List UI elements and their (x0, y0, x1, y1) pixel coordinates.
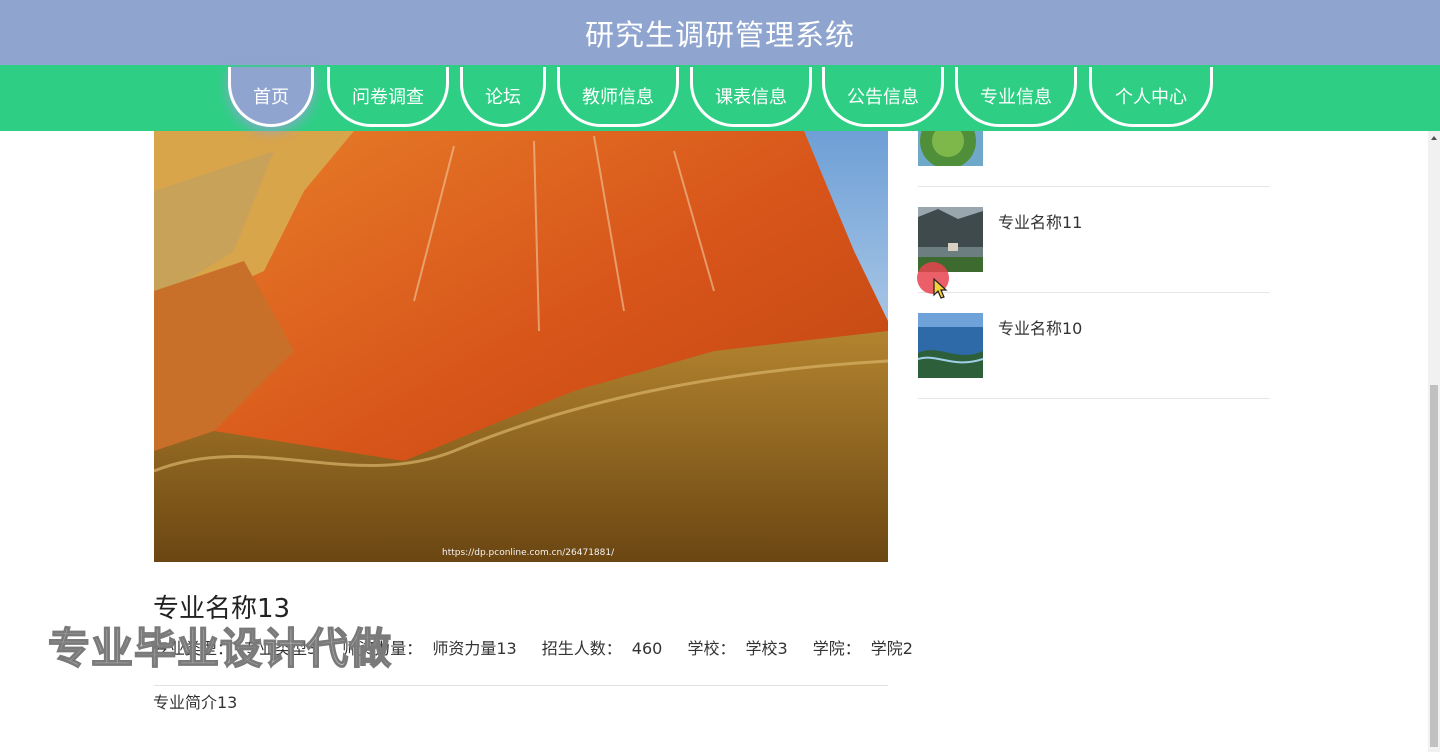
page-content: https://dp.pconline.com.cn/26471881/ 专业名… (0, 131, 1428, 752)
scroll-up-arrow-icon[interactable] (1431, 136, 1437, 140)
nav-survey[interactable]: 问卷调查 (327, 67, 449, 127)
app-title: 研究生调研管理系统 (584, 17, 855, 52)
side-item-name: 专业名称11 (998, 213, 1083, 232)
nav-timetable-info[interactable]: 课表信息 (690, 67, 812, 127)
nav-teacher-info-label: 教师信息 (582, 86, 654, 108)
hero-image-caption: https://dp.pconline.com.cn/26471881/ (442, 548, 615, 558)
nav-forum-label: 论坛 (485, 86, 521, 108)
detail-divider (154, 685, 888, 686)
coast-thumb-icon (918, 313, 983, 378)
nav-personal-center-label: 个人中心 (1115, 86, 1187, 108)
mouse-cursor-icon (917, 262, 953, 306)
nav-personal-center[interactable]: 个人中心 (1089, 67, 1213, 127)
side-item-thumbnail (918, 131, 983, 166)
nav-teacher-info[interactable]: 教师信息 (557, 67, 679, 127)
side-list-item[interactable]: 专业名称10 (918, 293, 1270, 399)
nav-notice-info[interactable]: 公告信息 (822, 67, 944, 127)
nav-home-label: 首页 (253, 86, 289, 108)
side-item-name: 专业名称10 (998, 319, 1083, 338)
side-item-thumbnail (918, 313, 983, 378)
major-intro: 专业简介13 (153, 693, 238, 712)
nav-timetable-info-label: 课表信息 (715, 86, 787, 108)
landscape-thumb-icon (918, 131, 983, 166)
nav-forum[interactable]: 论坛 (460, 67, 546, 127)
nav-major-info[interactable]: 专业信息 (955, 67, 1077, 127)
main-nav: 首页 问卷调查 论坛 教师信息 课表信息 公告信息 专业信息 个人中心 (0, 65, 1440, 131)
nav-home[interactable]: 首页 (228, 67, 314, 127)
side-list-item[interactable]: 专业名称11 (918, 187, 1270, 293)
page-scrollbar[interactable] (1428, 131, 1440, 752)
app-title-bar: 研究生调研管理系统 (0, 0, 1440, 65)
attr-college: 学院： 学院2 (812, 639, 913, 658)
nav-major-info-label: 专业信息 (980, 86, 1052, 108)
scrollbar-thumb[interactable] (1430, 385, 1438, 747)
side-list-item[interactable] (918, 131, 1270, 187)
watermark-overlay: 专业毕业设计代做 (47, 623, 393, 674)
hero-landscape-graphic: https://dp.pconline.com.cn/26471881/ (154, 131, 888, 562)
nav-survey-label: 问卷调查 (352, 86, 424, 108)
attr-enrollment: 招生人数： 460 (541, 639, 663, 658)
nav-notice-info-label: 公告信息 (847, 86, 919, 108)
major-hero-image: https://dp.pconline.com.cn/26471881/ (154, 131, 888, 562)
attr-school: 学校： 学校3 (687, 639, 788, 658)
